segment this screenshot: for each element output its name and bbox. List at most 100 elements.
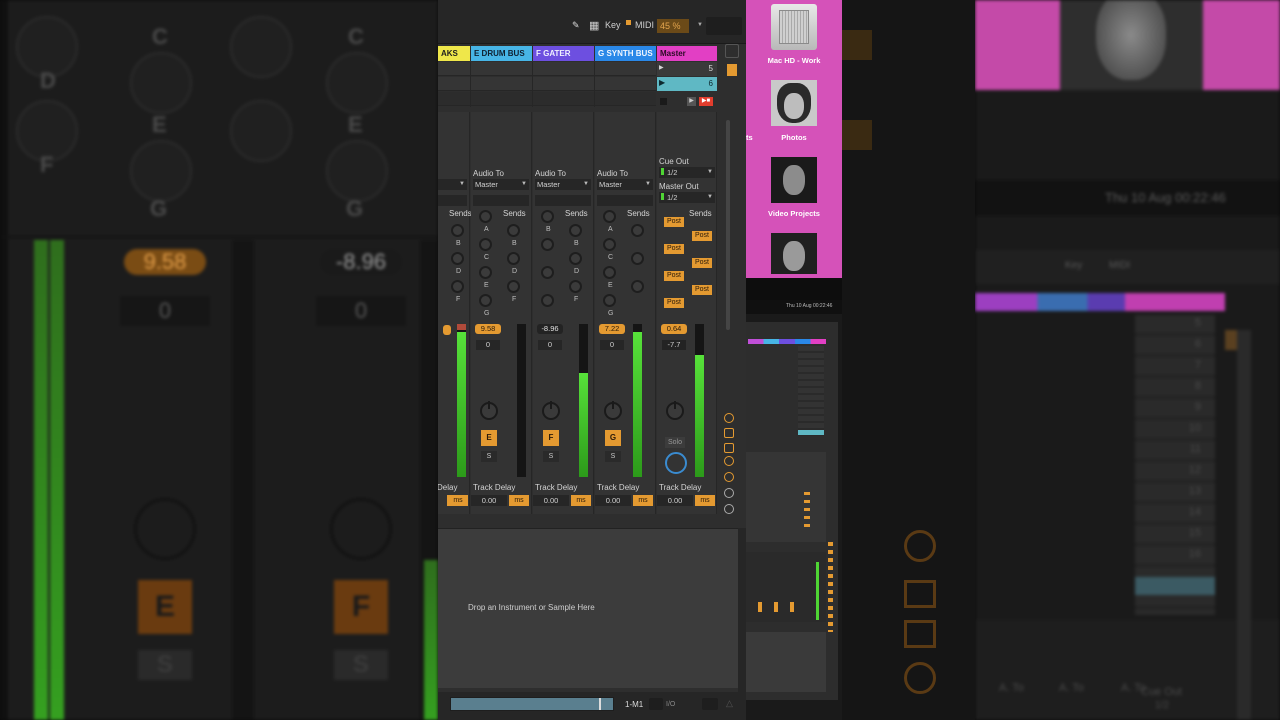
chevron-down-icon[interactable]: ▼ (697, 22, 703, 28)
track-header[interactable]: E DRUM BUS (471, 46, 532, 61)
audio-to-sub-dropdown[interactable] (438, 195, 467, 206)
stop-icon[interactable] (660, 98, 667, 105)
ms-toggle[interactable]: ms (571, 495, 591, 506)
track-header[interactable]: F GATER (533, 46, 594, 61)
send-knob[interactable] (451, 252, 464, 265)
send-knob[interactable] (479, 210, 492, 223)
pan-knob[interactable] (480, 401, 498, 420)
send-knob[interactable] (479, 266, 492, 279)
track-delay-value[interactable]: 0.00 (595, 495, 631, 506)
audio-to-dropdown[interactable]: Master ▼ (597, 179, 653, 190)
clip-overview[interactable] (450, 697, 614, 711)
ms-toggle[interactable]: ms (695, 495, 715, 506)
play-scene-icon[interactable]: ▶ (687, 97, 696, 106)
send-knob[interactable] (479, 294, 492, 307)
send-knob[interactable] (541, 210, 554, 223)
track-delay-value[interactable]: 0.00 (533, 495, 569, 506)
solo-button[interactable]: S (481, 451, 497, 462)
volume-value[interactable]: 9.58 (475, 324, 501, 334)
track-activator-button[interactable]: E (481, 430, 497, 446)
post-toggle[interactable]: Post (664, 271, 684, 281)
folder-icon[interactable] (771, 233, 817, 274)
volume-value[interactable]: -8.96 (537, 324, 563, 334)
cue-volume-knob[interactable] (665, 452, 687, 474)
send-knob[interactable] (451, 224, 464, 237)
post-toggle[interactable]: Post (692, 231, 712, 241)
send-knob[interactable] (507, 252, 520, 265)
master-out-dropdown[interactable]: 1/2 ▼ (659, 192, 715, 203)
pencil-icon[interactable]: ✎ (572, 20, 580, 31)
ms-toggle[interactable]: ms (509, 495, 529, 506)
solo-cue-button[interactable]: Solo (665, 437, 685, 448)
show-mixer-icon[interactable] (724, 456, 734, 466)
track-delay-value[interactable]: 0.00 (471, 495, 507, 506)
scrollbar[interactable] (726, 120, 730, 330)
post-toggle[interactable]: Post (664, 217, 684, 227)
post-toggle[interactable]: Post (664, 298, 684, 308)
close-icon[interactable] (724, 488, 734, 498)
pan-value[interactable]: 0 (600, 340, 624, 350)
show-crossfader-icon[interactable] (724, 472, 734, 482)
pan-value[interactable]: 0 (538, 340, 562, 350)
record-icon[interactable]: ▶■ (699, 97, 713, 106)
solo-button[interactable]: S (605, 451, 621, 462)
send-knob[interactable] (631, 252, 644, 265)
send-knob[interactable] (569, 224, 582, 237)
toggle-box[interactable] (649, 698, 663, 710)
menu-icon[interactable] (725, 44, 739, 58)
track-header[interactable]: G SYNTH BUS (595, 46, 656, 61)
master-header[interactable]: Master (657, 46, 717, 61)
track-activator-button[interactable]: G (605, 430, 621, 446)
audio-to-sub-dropdown[interactable] (535, 195, 591, 206)
send-knob[interactable] (507, 280, 520, 293)
pan-knob[interactable] (604, 401, 622, 420)
folder-photos-icon[interactable] (771, 80, 817, 126)
folder-video-icon[interactable] (771, 157, 817, 203)
send-knob[interactable] (603, 210, 616, 223)
audio-to-dropdown[interactable]: ▼ (438, 179, 467, 190)
send-knob[interactable] (631, 280, 644, 293)
send-knob[interactable] (451, 280, 464, 293)
send-knob[interactable] (603, 238, 616, 251)
show-io-icon[interactable] (724, 413, 734, 423)
post-toggle[interactable]: Post (664, 244, 684, 254)
ms-toggle[interactable]: ms (448, 495, 468, 506)
io-label[interactable]: I/O (666, 701, 675, 708)
track-activator-button[interactable]: F (543, 430, 559, 446)
scene-play-icon[interactable]: ▶ (659, 78, 665, 87)
scene-play-icon[interactable]: ▶ (659, 64, 664, 71)
track-header[interactable]: AKS (438, 46, 470, 61)
ms-toggle[interactable]: ms (633, 495, 653, 506)
send-knob[interactable] (603, 266, 616, 279)
send-knob[interactable] (541, 238, 554, 251)
key-map-button[interactable]: Key (605, 20, 621, 30)
solo-button[interactable]: S (543, 451, 559, 462)
send-knob[interactable] (631, 224, 644, 237)
send-knob[interactable] (569, 280, 582, 293)
volume-value[interactable]: 7.22 (599, 324, 625, 334)
send-knob[interactable] (541, 266, 554, 279)
audio-to-sub-dropdown[interactable] (597, 195, 653, 206)
midi-map-button[interactable]: MIDI (635, 20, 654, 30)
send-knob[interactable] (541, 294, 554, 307)
send-knob[interactable] (603, 294, 616, 307)
audio-to-dropdown[interactable]: Master ▼ (473, 179, 529, 190)
pan-knob[interactable] (542, 401, 560, 420)
scene-slot[interactable]: ▶ 6 (657, 77, 717, 91)
send-knob[interactable] (569, 252, 582, 265)
send-knob[interactable] (507, 224, 520, 237)
send-knob[interactable] (479, 238, 492, 251)
scene-slot[interactable]: ▶ 5 (657, 62, 717, 76)
cue-out-dropdown[interactable]: 1/2 ▼ (659, 167, 715, 178)
master-volume-value[interactable]: 0.64 (661, 324, 687, 334)
audio-to-sub-dropdown[interactable] (473, 195, 529, 206)
status-box[interactable] (702, 698, 718, 710)
show-delay-icon[interactable] (724, 504, 734, 514)
master-pan-value[interactable]: -7.7 (662, 340, 686, 350)
triangle-icon[interactable]: △ (726, 698, 733, 709)
hard-drive-icon[interactable] (771, 4, 817, 50)
post-toggle[interactable]: Post (692, 285, 712, 295)
overview-box[interactable] (706, 17, 742, 35)
scroll-bars-icon[interactable] (727, 64, 737, 76)
audio-to-dropdown[interactable]: Master ▼ (535, 179, 591, 190)
